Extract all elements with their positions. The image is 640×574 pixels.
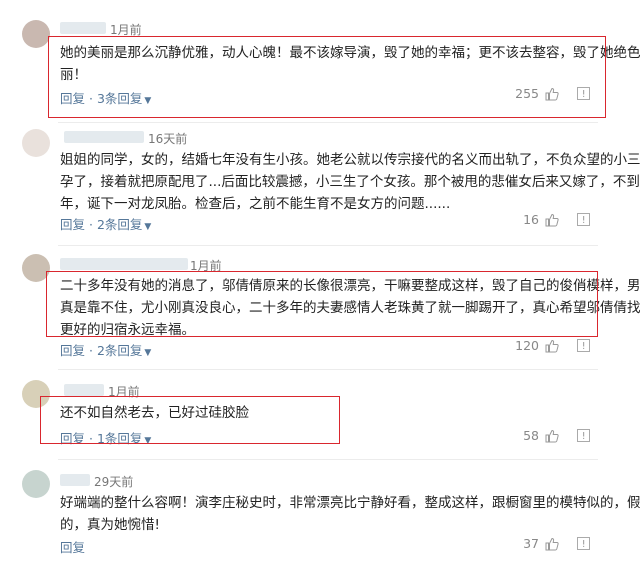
like-count: 37 [523,536,539,551]
reply-button[interactable]: 回复 [60,540,85,555]
comment-item: 16天前 姐姐的同学，女的，结婚七年没有生小孩。她老公就以传宗接代的名义而出轨了… [0,123,640,253]
reply-count: 1条回复 [96,431,143,446]
chevron-down-icon: ▼ [144,222,152,232]
username[interactable] [60,474,90,486]
comment-actions: 回复 · 1条回复 ▼ [60,431,152,446]
comment-time: 1月前 [108,385,140,399]
comment-time: 16天前 [148,132,188,146]
view-replies-button[interactable]: 2条回复 ▼ [97,217,151,232]
reply-button[interactable]: 回复 [60,431,85,446]
comment-text: 好端端的整什么容啊！演李庄秘史时，非常漂亮比宁静好看，整成这样，跟橱窗里的模特似… [60,492,640,536]
reply-count: 2条回复 [96,343,143,358]
comment-actions: 回复 · 2条回复 ▼ [60,217,152,232]
username[interactable] [64,384,104,396]
like-count: 255 [515,86,539,101]
report-icon[interactable] [577,537,590,550]
comment-text: 姐姐的同学，女的，结婚七年没有生小孩。她老公就以传宗接代的名义而出轨了，不负众望… [60,149,640,215]
comment-line: 还不如自然老去，已好过硅胶脸 [60,405,249,421]
thumbs-up-icon[interactable] [545,429,559,443]
thumbs-up-icon[interactable] [545,339,559,353]
username[interactable] [60,22,106,34]
comment-line: 的，真为她惋惜! [60,517,160,533]
view-replies-button[interactable]: 1条回复 ▼ [97,431,151,446]
comment-tools: 255 [515,86,590,101]
report-icon[interactable] [577,213,590,226]
report-icon[interactable] [577,429,590,442]
username[interactable] [60,258,188,270]
comment-line: 二十多年没有她的消息了，邬倩倩原来的长像很漂亮，干嘛要整成这样，毁了自己的俊俏模… [60,278,640,294]
comment-text: 还不如自然老去，已好过硅胶脸 [60,402,249,424]
comment-item: 1月前 还不如自然老去，已好过硅胶脸 回复 · 1条回复 ▼ 58 [0,370,640,460]
like-count: 58 [523,428,539,443]
reply-button[interactable]: 回复 [60,343,85,358]
comment-actions: 回复 · 3条回复 ▼ [60,91,152,106]
comment-actions: 回复 [60,537,85,556]
report-icon[interactable] [577,339,590,352]
reply-button[interactable]: 回复 [60,217,85,232]
username[interactable] [64,131,144,143]
comment-text: 二十多年没有她的消息了，邬倩倩原来的长像很漂亮，干嘛要整成这样，毁了自己的俊俏模… [60,275,640,341]
comment-time: 29天前 [94,475,134,489]
comment-item: 1月前 她的美丽是那么沉静优雅，动人心魄！最不该嫁导演，毁了她的幸福；更不该去整… [0,0,640,120]
comment-line: 真是靠不住，尤小刚真没良心，二十多年的夫妻感情人老珠黄了就一脚踢开了，真心希望邬… [60,300,640,316]
comment-actions: 回复 · 2条回复 ▼ [60,343,152,358]
comment-line: 好端端的整什么容啊！演李庄秘史时，非常漂亮比宁静好看，整成这样，跟橱窗里的模特似… [60,495,640,511]
chevron-down-icon: ▼ [144,436,152,446]
thumbs-up-icon[interactable] [545,213,559,227]
view-replies-button[interactable]: 2条回复 ▼ [97,343,151,358]
comment-line: 她的美丽是那么沉静优雅，动人心魄！最不该嫁导演，毁了她的幸福；更不该去整容，毁了… [60,45,640,61]
reply-count: 3条回复 [96,91,143,106]
like-count: 120 [515,338,539,353]
comment-line: 姐姐的同学，女的，结婚七年没有生小孩。她老公就以传宗接代的名义而出轨了，不负众望… [60,152,640,168]
thumbs-up-icon[interactable] [545,87,559,101]
avatar[interactable] [22,380,50,408]
comment-text: 她的美丽是那么沉静优雅，动人心魄！最不该嫁导演，毁了她的幸福；更不该去整容，毁了… [60,42,640,86]
chevron-down-icon: ▼ [144,348,152,358]
chevron-down-icon: ▼ [144,96,152,106]
comment-item: 1月前 二十多年没有她的消息了，邬倩倩原来的长像很漂亮，干嘛要整成这样，毁了自己… [0,246,640,366]
comment-time: 1月前 [110,23,142,37]
avatar[interactable] [22,129,50,157]
report-icon[interactable] [577,87,590,100]
comment-line: 丽！ [60,67,87,83]
avatar[interactable] [22,470,50,498]
comment-tools: 37 [523,536,590,551]
thumbs-up-icon[interactable] [545,537,559,551]
avatar[interactable] [22,254,50,282]
view-replies-button[interactable]: 3条回复 ▼ [97,91,151,106]
comment-item: 29天前 好端端的整什么容啊！演李庄秘史时，非常漂亮比宁静好看，整成这样，跟橱窗… [0,460,640,574]
comment-tools: 120 [515,338,590,353]
comment-tools: 58 [523,428,590,443]
reply-count: 2条回复 [96,217,143,232]
reply-button[interactable]: 回复 [60,91,85,106]
comment-line: 孕了，接着就把原配甩了...后面比较震撼，小三生了个女孩。那个被甩的悲催女后来又… [60,174,640,190]
comment-time: 1月前 [190,259,222,273]
comment-tools: 16 [523,212,590,227]
avatar[interactable] [22,20,50,48]
like-count: 16 [523,212,539,227]
